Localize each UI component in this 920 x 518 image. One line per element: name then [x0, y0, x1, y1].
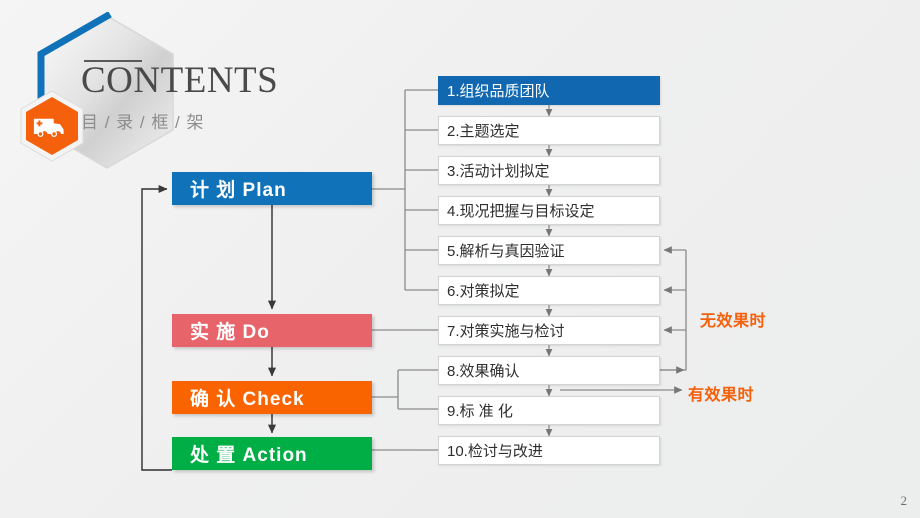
- pdca-stage-action[interactable]: 处 置 Action: [172, 437, 372, 470]
- loop-label-effective: 有效果时: [688, 387, 755, 404]
- step-item-9[interactable]: 9.标 准 化: [438, 396, 660, 425]
- step-item-4[interactable]: 4.现况把握与目标设定: [438, 196, 660, 225]
- step-item-7[interactable]: 7.对策实施与检讨: [438, 316, 660, 345]
- step-item-10[interactable]: 10.检讨与改进: [438, 436, 660, 465]
- step-item-5[interactable]: 5.解析与真因验证: [438, 236, 660, 265]
- page-subtitle: 目 / 录 / 框 / 架: [81, 113, 205, 132]
- pdca-stage-plan[interactable]: 计 划 Plan: [172, 172, 372, 205]
- step-item-1[interactable]: 1.组织品质团队: [438, 76, 660, 105]
- page-title: CONTENTS: [81, 60, 279, 101]
- pdca-stage-do[interactable]: 实 施 Do: [172, 314, 372, 347]
- header-logo-area: CONTENTS 目 / 录 / 框 / 架: [0, 0, 420, 175]
- step-item-2[interactable]: 2.主题选定: [438, 116, 660, 145]
- loop-label-ineffective: 无效果时: [700, 313, 767, 330]
- pdca-stage-check[interactable]: 确 认 Check: [172, 381, 372, 414]
- slide-canvas: CONTENTS 目 / 录 / 框 / 架 计 划 Plan 实 施 Do 确…: [0, 0, 920, 518]
- page-number: 2: [900, 493, 908, 508]
- step-item-3[interactable]: 3.活动计划拟定: [438, 156, 660, 185]
- step-item-8[interactable]: 8.效果确认: [438, 356, 660, 385]
- logo-badge: [19, 90, 85, 162]
- step-item-6[interactable]: 6.对策拟定: [438, 276, 660, 305]
